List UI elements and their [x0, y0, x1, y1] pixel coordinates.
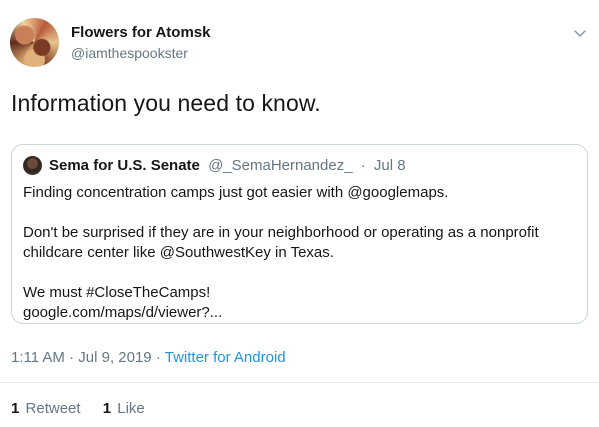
retweets-stat[interactable]: 1 Retweet	[11, 400, 85, 417]
quoted-body: Finding concentration camps just got eas…	[23, 183, 578, 323]
likes-count: 1	[102, 400, 112, 417]
retweets-label: Retweet	[25, 400, 81, 417]
tweet-stats: 1 Retweet 1 Like	[11, 400, 145, 417]
meta-separator: ·	[69, 349, 75, 366]
author-display-name[interactable]: Flowers for Atomsk	[71, 24, 210, 41]
likes-stat[interactable]: 1 Like	[103, 400, 145, 417]
tweet-meta: 1:11 AM · Jul 9, 2019 · Twitter for Andr…	[11, 349, 286, 366]
quoted-avatar	[23, 156, 42, 175]
quoted-date: Jul 8	[373, 157, 406, 174]
quoted-line: Don't be surprised if they are in your n…	[23, 224, 539, 261]
likes-label: Like	[117, 400, 145, 417]
tweet-date[interactable]: Jul 9, 2019	[78, 349, 151, 366]
meta-separator: ·	[155, 349, 161, 366]
divider	[0, 382, 599, 383]
tweet-card: Flowers for Atomsk @iamthespookster Info…	[0, 0, 599, 427]
author-handle[interactable]: @iamthespookster	[71, 45, 188, 61]
quoted-name: Sema for U.S. Senate	[49, 157, 200, 174]
quoted-tweet[interactable]: Sema for U.S. Senate @_SemaHernandez_ · …	[11, 144, 588, 324]
tweet-time[interactable]: 1:11 AM	[11, 349, 65, 366]
quoted-separator: ·	[360, 157, 366, 174]
retweets-count: 1	[11, 400, 20, 417]
quoted-line: We must #CloseTheCamps!	[23, 284, 211, 301]
quoted-header: Sema for U.S. Senate @_SemaHernandez_ · …	[49, 157, 406, 174]
tweet-text: Information you need to know.	[11, 90, 321, 116]
quoted-handle: @_SemaHernandez_	[208, 157, 353, 174]
quoted-line: Finding concentration camps just got eas…	[23, 184, 449, 201]
tweet-source[interactable]: Twitter for Android	[165, 349, 286, 366]
chevron-down-icon[interactable]	[573, 26, 587, 40]
avatar[interactable]	[10, 18, 59, 67]
quoted-link[interactable]: google.com/maps/d/viewer?...	[23, 303, 578, 323]
